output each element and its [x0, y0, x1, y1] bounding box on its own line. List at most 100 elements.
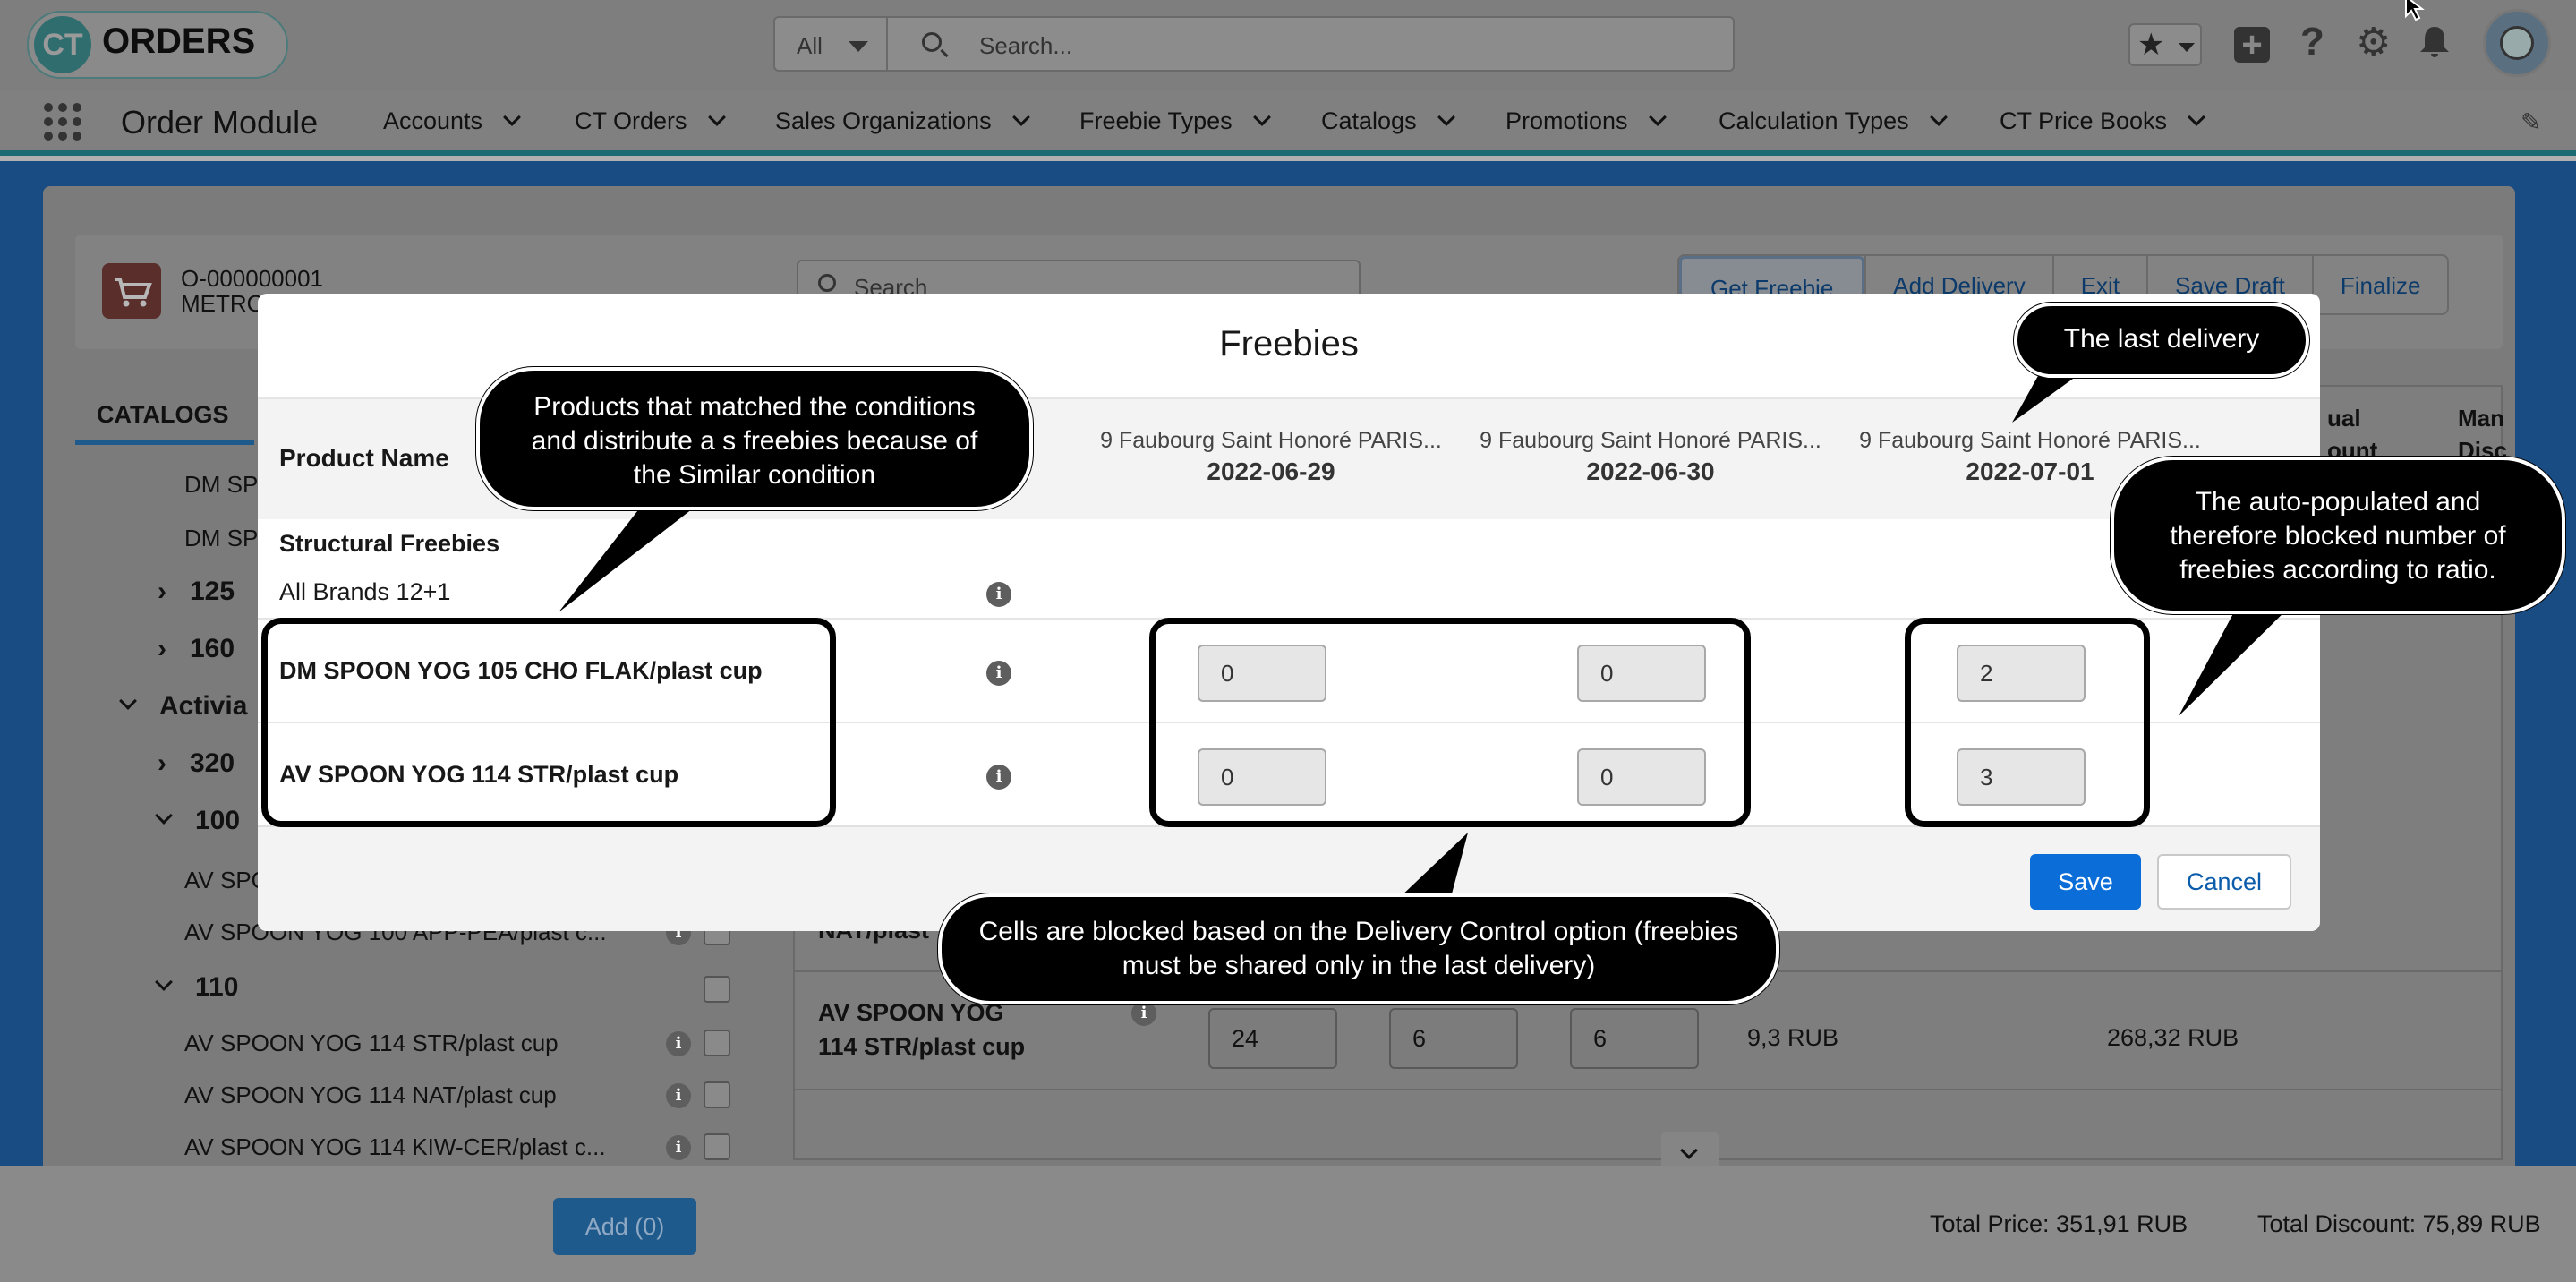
quantity-input[interactable]: 24: [1208, 1008, 1337, 1069]
tree-node[interactable]: › 160: [158, 634, 235, 664]
product-name-header: Product Name: [279, 444, 449, 472]
info-icon[interactable]: i: [986, 765, 1011, 790]
chevron-down-icon: [1437, 108, 1455, 126]
avatar[interactable]: [2483, 9, 2551, 77]
total-discount: Total Discount: 75,89 RUB: [2257, 1210, 2541, 1237]
logo-name: ORDERS: [102, 21, 256, 61]
info-icon[interactable]: i: [666, 1031, 691, 1056]
gear-icon[interactable]: ⚙: [2356, 20, 2391, 65]
avatar-face: [2500, 26, 2534, 60]
global-search[interactable]: Search...: [886, 16, 1735, 72]
catalog-checkbox[interactable]: [704, 976, 730, 1003]
table-row-name: AV SPOON YOG 114 STR/plast cup: [818, 999, 1026, 1060]
nav-item-calculation-types[interactable]: Calculation Types: [1719, 107, 1948, 135]
column-header: Man: [2458, 405, 2504, 432]
cancel-button[interactable]: Cancel: [2157, 854, 2291, 910]
catalog-item[interactable]: AV SPOON YOG 114 KIW-CER/plast c...: [184, 1133, 606, 1164]
mouse-cursor-icon: [2405, 0, 2425, 21]
catalog-item[interactable]: AV SPO: [184, 867, 269, 894]
delivery-address: 9 Faubourg Saint Honoré PARIS...: [1480, 428, 1821, 453]
tree-node[interactable]: 100: [155, 806, 240, 836]
catalog-item[interactable]: AV SPOON YOG 114 NAT/plast cup: [184, 1081, 557, 1109]
callout-blocked-cells: Cells are blocked based on the Delivery …: [938, 893, 1779, 1004]
global-header: CT ORDERS All Search... ★ + ? ⚙: [0, 0, 2576, 91]
nav-label: Sales Organizations: [775, 107, 992, 134]
chevron-down-icon: [707, 108, 726, 126]
delivery-address: 9 Faubourg Saint Honoré PARIS...: [1100, 428, 1442, 453]
logo-initials: CT: [34, 16, 91, 73]
nav-item-sales-organizations[interactable]: Sales Organizations: [775, 107, 1030, 135]
info-icon[interactable]: i: [986, 582, 1011, 607]
star-icon: ★: [2137, 28, 2165, 62]
order-number: O-000000001: [181, 265, 324, 292]
chevron-down-icon: [1648, 108, 1667, 126]
chevron-down-icon: [155, 807, 173, 825]
quantity-input[interactable]: 6: [1389, 1008, 1518, 1069]
info-icon[interactable]: i: [666, 1083, 691, 1108]
nav-item-promotions[interactable]: Promotions: [1506, 107, 1667, 135]
catalog-checkbox[interactable]: [704, 1133, 730, 1160]
quantity-input[interactable]: 6: [1570, 1008, 1699, 1069]
chevron-down-icon: [1680, 1141, 1698, 1159]
cart-icon: [102, 263, 161, 319]
tree-node[interactable]: › 125: [158, 577, 235, 607]
info-icon[interactable]: i: [986, 661, 1011, 686]
catalogs-tab[interactable]: CATALOGS: [97, 401, 229, 429]
nav-item-accounts[interactable]: Accounts: [383, 107, 521, 135]
app-launcher-icon[interactable]: [43, 102, 82, 141]
bell-icon[interactable]: [2417, 23, 2452, 57]
highlight-last-delivery: [1905, 618, 2150, 827]
brand-label: All Brands 12+1: [279, 578, 451, 605]
callout-auto-populated: The auto-populated and therefore blocked…: [2111, 457, 2565, 614]
save-button[interactable]: Save: [2030, 854, 2141, 910]
favorites-button[interactable]: ★: [2128, 23, 2202, 66]
chevron-down-icon: [1011, 108, 1030, 126]
tree-node[interactable]: Activia: [119, 691, 248, 722]
delivery-date: 2022-06-30: [1586, 457, 1715, 485]
nav-item-freebie-types[interactable]: Freebie Types: [1079, 107, 1271, 135]
catalog-item[interactable]: AV SPOON YOG 114 STR/plast cup: [184, 1030, 559, 1057]
catalog-item[interactable]: DM SP: [184, 525, 258, 552]
highlight-products: [261, 618, 836, 827]
add-icon[interactable]: +: [2234, 27, 2270, 63]
footer-bar: [0, 1166, 2576, 1282]
delivery-header: 9 Faubourg Saint Honoré PARIS... 2022-06…: [1083, 428, 1459, 486]
chevron-down-icon: [503, 108, 521, 126]
tree-node[interactable]: 110: [155, 972, 239, 1003]
tree-node-label: 110: [195, 972, 239, 1002]
chevron-down-icon: [849, 41, 868, 52]
tree-node[interactable]: › 320: [158, 748, 235, 779]
search-scope-value: All: [797, 32, 823, 59]
nav-label: Calculation Types: [1719, 107, 1909, 134]
search-scope-select[interactable]: All: [773, 16, 888, 72]
catalog-checkbox[interactable]: [704, 1030, 730, 1056]
nav-label: Promotions: [1506, 107, 1628, 134]
chevron-down-icon: [1929, 108, 1948, 126]
catalog-item[interactable]: DM SP: [184, 471, 258, 499]
search-input[interactable]: Search...: [979, 32, 1072, 60]
info-icon[interactable]: i: [1131, 1001, 1156, 1026]
nav-item-ct-price-books[interactable]: CT Price Books: [2000, 107, 2205, 135]
info-icon[interactable]: i: [666, 1135, 691, 1160]
unit-price: 9,3 RUB: [1747, 1024, 1839, 1051]
callout-tail: [2179, 605, 2291, 716]
search-icon: [922, 32, 942, 52]
app-logo[interactable]: CT ORDERS: [27, 11, 288, 79]
column-header: ual: [2327, 405, 2361, 432]
delivery-date: 2022-06-29: [1207, 457, 1335, 485]
tree-node-label: 160: [190, 634, 235, 663]
chevron-down-icon: [1252, 108, 1271, 126]
order-account: METRO: [181, 290, 265, 317]
catalogs-tab-underline: [75, 440, 254, 445]
help-icon[interactable]: ?: [2300, 20, 2324, 64]
nav-label: CT Price Books: [2000, 107, 2168, 134]
edit-nav-icon[interactable]: ✎: [2521, 107, 2547, 136]
finalize-button[interactable]: Finalize: [2311, 256, 2448, 313]
add-button[interactable]: Add (0): [553, 1198, 696, 1255]
nav-item-catalogs[interactable]: Catalogs: [1321, 107, 1455, 135]
chevron-right-icon: ›: [158, 577, 166, 606]
chevron-down-icon: [119, 692, 137, 710]
nav-item-ct-orders[interactable]: CT Orders: [575, 107, 726, 135]
tree-node-label: Activia: [159, 691, 248, 721]
catalog-checkbox[interactable]: [704, 1081, 730, 1108]
